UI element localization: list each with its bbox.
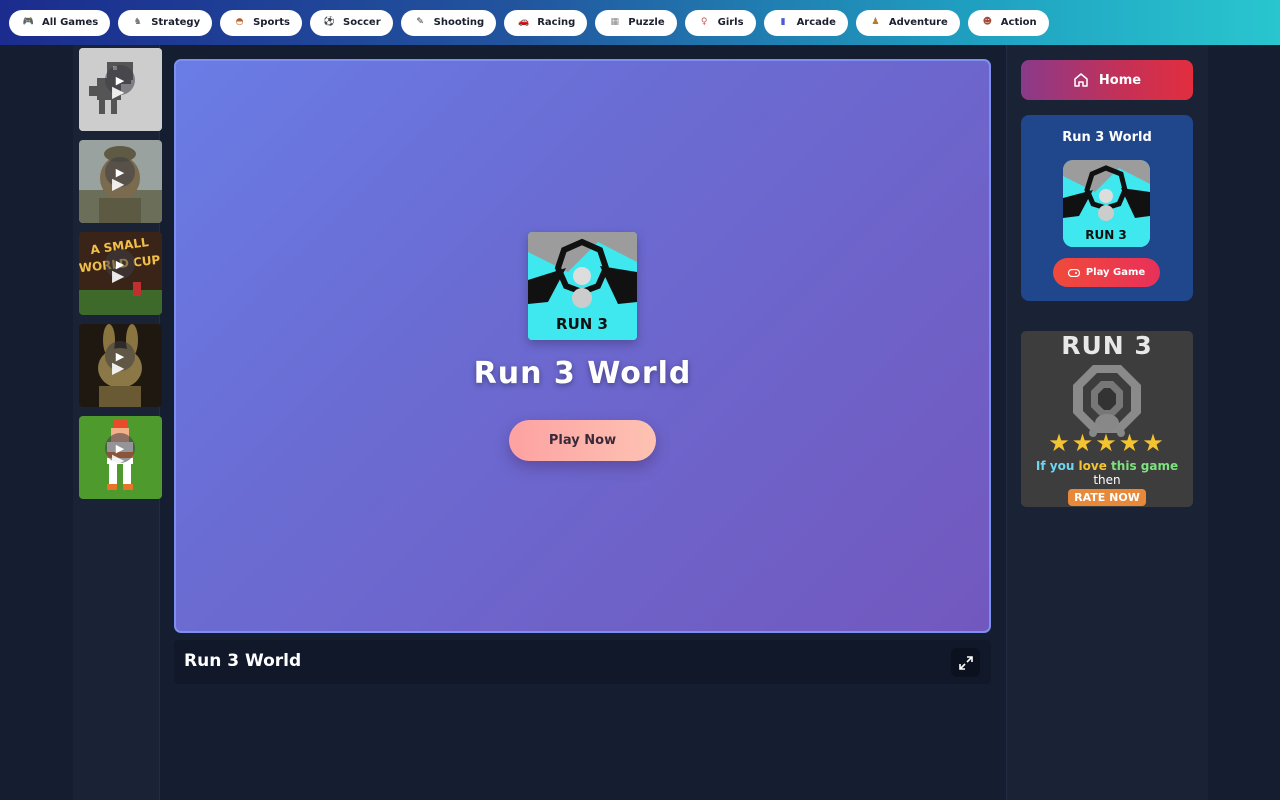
pixel-player-thumb[interactable]: ▶ ▶ — [79, 416, 162, 499]
category-action[interactable]: ☻ Action — [967, 9, 1049, 36]
game-frame[interactable] — [174, 59, 991, 633]
category-sports[interactable]: ◓ Sports — [220, 9, 302, 36]
fullscreen-icon — [958, 655, 973, 670]
adventure-icon: ♟ — [871, 17, 880, 27]
gun-icon: ✎ — [416, 17, 424, 27]
category-strategy[interactable]: ♞ Strategy — [118, 9, 213, 36]
category-label: Sports — [253, 17, 290, 28]
play-icon: ▶ — [112, 266, 125, 285]
promo-text-part: this game — [1111, 459, 1179, 473]
bunny-animatronic-thumb[interactable]: ▶ ▶ — [79, 324, 162, 407]
action-icon: ☻ — [982, 17, 992, 27]
category-label: Racing — [537, 17, 576, 28]
game-icon: RUN 3 — [528, 232, 637, 340]
puzzle-icon: ▦ — [610, 17, 620, 27]
home-button[interactable]: Home — [1021, 60, 1193, 100]
promo-text-part: love — [1078, 459, 1112, 473]
play-icon: ▶ — [112, 358, 125, 377]
category-label: Shooting — [433, 17, 485, 28]
play-icon: ▶ — [112, 82, 125, 101]
category-label: Adventure — [888, 17, 948, 28]
gamepad-icon: 🎮 — [22, 17, 35, 27]
category-racing[interactable]: 🚗 Racing — [504, 9, 588, 36]
race-car-icon: 🚗 — [518, 17, 530, 27]
category-puzzle[interactable]: ▦ Puzzle — [595, 9, 677, 36]
category-label: Girls — [717, 17, 744, 28]
card-title: Run 3 World — [1062, 130, 1152, 145]
promo-title: RUN 3 — [1061, 331, 1153, 360]
gamepad-icon — [1067, 268, 1080, 277]
strategy-icon: ♞ — [133, 17, 142, 27]
sports-icon: ◓ — [235, 17, 244, 27]
game-icon-text: RUN 3 — [556, 315, 608, 333]
run3-logo-image: RUN 3 — [528, 232, 637, 340]
soldier-game-thumb[interactable]: ▶ ▶ — [79, 140, 162, 223]
category-label: Puzzle — [628, 17, 665, 28]
play-now-button[interactable]: Play Now — [509, 420, 656, 461]
promo-text: If you love this game — [1021, 459, 1193, 473]
arcade-icon: ▮ — [780, 17, 786, 27]
rating-stars: ★★★★★ — [1048, 429, 1166, 457]
card-game-icon[interactable]: RUN 3 — [1063, 160, 1150, 247]
category-label: All Games — [42, 17, 99, 28]
promo-text-then: then — [1093, 473, 1121, 487]
rate-now-button[interactable]: RATE NOW — [1068, 489, 1146, 506]
fullscreen-button[interactable] — [951, 648, 980, 677]
category-arcade[interactable]: ▮ Arcade — [763, 9, 848, 36]
play-game-button[interactable]: Play Game — [1053, 258, 1160, 287]
soccer-ball-icon: ⚽ — [323, 17, 336, 27]
dino-game-thumb[interactable]: ▶ ▶ — [79, 48, 162, 131]
promo-text-part: If you — [1035, 459, 1079, 473]
category-shooting[interactable]: ✎ Shooting — [400, 9, 497, 36]
card-icon-text: RUN 3 — [1085, 228, 1127, 242]
category-soccer[interactable]: ⚽ Soccer — [310, 9, 393, 36]
play-game-label: Play Game — [1085, 267, 1146, 278]
home-label: Home — [1098, 72, 1142, 88]
play-icon: ▶ — [112, 174, 125, 193]
game-info-title: Run 3 World — [184, 651, 302, 671]
small-world-cup-thumb[interactable]: A SMALL WORLD CUP ▶ ▶ — [79, 232, 162, 315]
category-label: Action — [1000, 17, 1037, 28]
category-label: Strategy — [151, 17, 201, 28]
play-icon: ▶ — [112, 450, 125, 469]
girl-icon: ♀ — [700, 17, 708, 27]
category-adventure[interactable]: ♟ Adventure — [855, 9, 960, 36]
category-girls[interactable]: ♀ Girls — [684, 9, 756, 36]
game-title: Run 3 World — [473, 356, 692, 391]
category-label: Soccer — [343, 17, 381, 28]
home-icon — [1074, 73, 1088, 87]
category-all-games[interactable]: 🎮 All Games — [9, 9, 111, 36]
category-label: Arcade — [796, 17, 836, 28]
run3-logo-image: RUN 3 — [1063, 160, 1150, 247]
rate-promo-banner[interactable]: RUN 3 ★★★★★ If you love this game then R… — [1021, 331, 1193, 507]
category-nav: 🎮 All Games ♞ Strategy ◓ Sports ⚽ Soccer… — [0, 0, 1280, 45]
